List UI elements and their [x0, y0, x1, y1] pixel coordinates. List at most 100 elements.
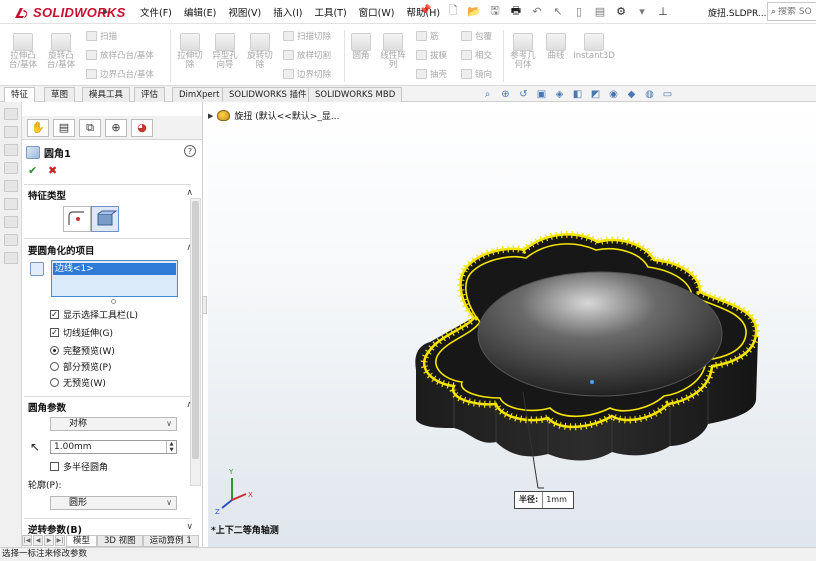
- partial-preview-option[interactable]: 部分预览(P): [50, 360, 111, 373]
- section-items-to-fillet[interactable]: 要圆角化的项目 ∧: [28, 243, 193, 257]
- file-props-icon[interactable]: ▤: [591, 3, 609, 19]
- strip-icon[interactable]: [3, 180, 18, 192]
- extrude-boss-button[interactable]: 拉伸凸 台/基体: [6, 33, 40, 70]
- full-preview-option[interactable]: 完整预览(W): [50, 344, 115, 357]
- strip-icon[interactable]: [3, 216, 18, 228]
- edges-selection-list[interactable]: 边线<1>: [51, 260, 178, 297]
- tab-evaluate[interactable]: 评估: [134, 87, 166, 102]
- lofted-cut-button[interactable]: 放样切割: [283, 49, 331, 61]
- tangent-propagation-checkbox[interactable]: ✓: [50, 327, 59, 337]
- pm-scrollbar[interactable]: [190, 198, 201, 486]
- menu-expand-icon[interactable]: ▶: [103, 8, 108, 16]
- swept-cut-button[interactable]: 扫描切除: [283, 30, 331, 42]
- apply-scene-icon[interactable]: ◍: [642, 88, 657, 101]
- expand-caret-icon[interactable]: ∨: [186, 522, 193, 532]
- revolved-cut-button[interactable]: 旋转切 除: [243, 33, 277, 70]
- feature-manager-tab-icon[interactable]: ✋: [27, 118, 49, 137]
- solidworks-logo[interactable]: SOLIDWORKS: [14, 4, 126, 21]
- knob-model[interactable]: Y X Z: [208, 102, 816, 547]
- callout-value[interactable]: 1mm: [543, 492, 573, 508]
- multi-radius-option[interactable]: 多半径圆角: [50, 460, 108, 473]
- first-tab-icon[interactable]: |◀: [22, 535, 32, 546]
- menu-file[interactable]: 文件(F): [134, 5, 178, 19]
- ok-button[interactable]: ✔: [28, 164, 37, 177]
- extruded-cut-button[interactable]: 拉伸切 除: [173, 33, 207, 70]
- save-icon[interactable]: 🖫: [486, 3, 504, 19]
- pin-icon[interactable]: 📌: [419, 5, 431, 16]
- configuration-manager-tab-icon[interactable]: ⧉: [79, 118, 101, 137]
- fillet-button[interactable]: 圆角: [346, 33, 376, 61]
- menu-edit[interactable]: 编辑(E): [178, 5, 222, 19]
- last-tab-icon[interactable]: ▶|: [55, 535, 65, 546]
- full-preview-radio[interactable]: [50, 345, 59, 355]
- section-view-icon[interactable]: ▣: [534, 88, 549, 101]
- zoom-to-fit-icon[interactable]: ⌕: [480, 88, 495, 101]
- draft-button[interactable]: 拔模: [416, 49, 447, 61]
- menu-window[interactable]: 窗口(W): [353, 5, 401, 19]
- fillet-xpert-type-button[interactable]: [91, 206, 119, 232]
- rebuild-icon[interactable]: ▯: [570, 3, 588, 19]
- new-icon[interactable]: 🗋: [444, 3, 462, 19]
- linear-pattern-button[interactable]: 线性阵 列: [376, 33, 410, 70]
- wrap-button[interactable]: 包覆: [461, 30, 492, 42]
- curves-button[interactable]: 曲线: [541, 33, 571, 61]
- cancel-button[interactable]: ✖: [48, 164, 57, 177]
- tab-model[interactable]: 模型: [66, 534, 98, 547]
- display-style-icon[interactable]: ◩: [588, 88, 603, 101]
- multi-radius-checkbox[interactable]: [50, 461, 59, 471]
- prev-tab-icon[interactable]: ◀: [33, 535, 43, 546]
- strip-icon[interactable]: [3, 198, 18, 210]
- graphics-area[interactable]: ▶ 旋扭 (默认<<默认>_显... Y X Z 半径: 1mm *上下二等角轴…: [208, 102, 816, 547]
- open-icon[interactable]: 📂: [465, 3, 483, 19]
- tab-mold-tools[interactable]: 模具工具: [82, 87, 131, 102]
- zoom-to-area-icon[interactable]: ⊕: [498, 88, 513, 101]
- strip-icon[interactable]: [3, 252, 18, 264]
- fillet-method-select[interactable]: 对称 ∨: [50, 417, 177, 431]
- loft-boss-button[interactable]: 放样凸台/基体: [86, 49, 154, 61]
- menu-view[interactable]: 视图(V): [222, 5, 267, 19]
- section-feature-type[interactable]: 特征类型 ∧: [28, 188, 193, 202]
- tab-motion-study[interactable]: 运动算例 1: [142, 534, 199, 547]
- selected-edge-item[interactable]: 边线<1>: [53, 263, 176, 275]
- previous-view-icon[interactable]: ↺: [516, 88, 531, 101]
- boundary-boss-button[interactable]: 边界凸台/基体: [86, 68, 154, 80]
- menu-tools[interactable]: 工具(T): [308, 5, 352, 19]
- strip-icon[interactable]: [3, 108, 18, 120]
- rib-button[interactable]: 筋: [416, 30, 439, 42]
- section-fillet-parameters[interactable]: 圆角参数 ∧: [28, 400, 193, 414]
- strip-icon[interactable]: [3, 162, 18, 174]
- select-icon[interactable]: ↖: [549, 3, 567, 19]
- tab-features[interactable]: 特征: [4, 87, 36, 103]
- tangent-propagation-option[interactable]: ✓ 切线延伸(G): [50, 326, 113, 339]
- strip-icon[interactable]: [3, 144, 18, 156]
- revolve-boss-button[interactable]: 旋转凸 台/基体: [44, 33, 78, 70]
- help-icon[interactable]: ?: [184, 145, 196, 157]
- edit-appearance-icon[interactable]: ◆: [624, 88, 639, 101]
- show-toolbar-checkbox[interactable]: ✓: [50, 309, 59, 319]
- options-dropdown-icon[interactable]: ▾: [633, 3, 651, 19]
- radius-input[interactable]: 1.00mm ▲ ▼: [50, 440, 177, 454]
- mirror-button[interactable]: 镜向: [461, 68, 492, 80]
- tab-sketch[interactable]: 草图: [44, 87, 76, 102]
- dimxpert-manager-tab-icon[interactable]: ⊕: [105, 118, 127, 137]
- profile-select[interactable]: 圆形 ∨: [50, 496, 177, 510]
- search-box[interactable]: ⌕: [767, 2, 816, 21]
- partial-preview-radio[interactable]: [50, 361, 59, 371]
- search-input[interactable]: [778, 6, 816, 17]
- tab-mbd[interactable]: SOLIDWORKS MBD: [308, 87, 403, 102]
- next-tab-icon[interactable]: ▶: [44, 535, 54, 546]
- sweep-button[interactable]: 扫描: [86, 30, 117, 42]
- view-orientation-icon[interactable]: ◧: [570, 88, 585, 101]
- shell-button[interactable]: 抽壳: [416, 68, 447, 80]
- instant3d-button[interactable]: Instant3D: [573, 33, 615, 61]
- no-preview-option[interactable]: 无预览(W): [50, 376, 106, 389]
- collapse-caret-icon[interactable]: ∧: [186, 188, 193, 198]
- display-manager-tab-icon[interactable]: ◕: [131, 118, 153, 137]
- intersect-button[interactable]: 相交: [461, 49, 492, 61]
- options-gear-icon[interactable]: ⚙: [612, 3, 630, 19]
- tab-3d-views[interactable]: 3D 视图: [97, 534, 143, 547]
- dynamic-annotation-icon[interactable]: ◈: [552, 88, 567, 101]
- show-selection-toolbar-option[interactable]: ✓ 显示选择工具栏(L): [50, 308, 138, 321]
- property-manager-tab-icon[interactable]: ▤: [53, 118, 75, 137]
- pm-scroll-thumb[interactable]: [192, 201, 199, 459]
